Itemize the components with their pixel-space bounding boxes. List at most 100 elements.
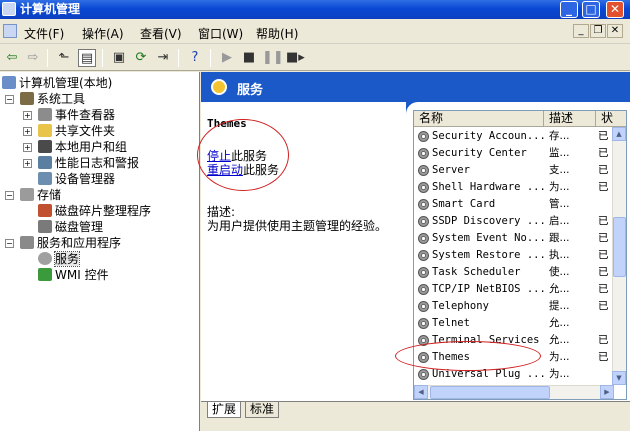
service-gear-icon: [417, 164, 430, 177]
wmi-icon: [38, 268, 52, 281]
table-row[interactable]: Smart Card 管...: [414, 196, 614, 213]
toolbar-separator: [102, 49, 103, 67]
menu-action[interactable]: 操作(A): [82, 25, 124, 42]
service-name-cell: System Restore ...: [432, 249, 544, 261]
expand-icon[interactable]: +: [23, 127, 32, 136]
table-row[interactable]: Security Center 监... 已: [414, 145, 614, 162]
system-menu-icon[interactable]: [3, 24, 17, 38]
service-description-cell: 启...: [549, 215, 570, 227]
toolbar-separator: [47, 49, 48, 67]
service-description-cell: 为...: [549, 181, 570, 193]
tree-node-performance[interactable]: 性能日志和警报: [38, 155, 139, 171]
toolbar-separator: [178, 49, 179, 67]
service-name-cell: System Event No...: [432, 232, 544, 244]
collapse-icon[interactable]: −: [5, 191, 14, 200]
close-button[interactable]: ✕: [606, 1, 624, 18]
tab-standard[interactable]: 标准: [245, 402, 280, 418]
mdi-restore-button[interactable]: ❐: [590, 24, 606, 38]
up-folder-icon[interactable]: ⬑: [55, 49, 73, 67]
scroll-left-icon[interactable]: ◀: [414, 385, 428, 399]
tree-node-services-apps[interactable]: 服务和应用程序: [20, 235, 121, 251]
tree-node-root[interactable]: 计算机管理(本地): [2, 75, 112, 91]
table-row[interactable]: Shell Hardware ... 为... 已: [414, 179, 614, 196]
tree-node-defrag[interactable]: 磁盘碎片整理程序: [38, 203, 151, 219]
properties-icon[interactable]: ▣: [110, 49, 128, 67]
mdi-close-button[interactable]: ✕: [607, 24, 623, 38]
horizontal-scrollbar[interactable]: ◀ ▶: [414, 385, 614, 399]
tree-node-services[interactable]: 服务: [38, 251, 81, 267]
show-tree-icon[interactable]: ▤: [78, 49, 96, 67]
table-row[interactable]: Server 支... 已: [414, 162, 614, 179]
tree-node-disk-management[interactable]: 磁盘管理: [38, 219, 103, 235]
minimize-button[interactable]: _: [560, 1, 578, 18]
service-gear-icon: [417, 232, 430, 245]
services-header-title: 服务: [237, 83, 264, 98]
refresh-icon[interactable]: ⟳: [132, 49, 150, 67]
tree-node-storage[interactable]: 存储: [20, 187, 61, 203]
service-description-cell: 为...: [549, 368, 570, 380]
vertical-scroll-thumb[interactable]: [613, 217, 626, 277]
maximize-button[interactable]: □: [582, 1, 600, 18]
menu-file[interactable]: 文件(F): [24, 25, 64, 42]
table-row[interactable]: Security Accoun... 存... 已: [414, 128, 614, 145]
pause-service-icon[interactable]: ❚❚: [262, 49, 284, 67]
service-description-cell: 支...: [549, 164, 570, 176]
expand-icon[interactable]: +: [23, 143, 32, 152]
table-row[interactable]: Task Scheduler 使... 已: [414, 264, 614, 281]
service-gear-icon: [417, 368, 430, 381]
tree-node-wmi[interactable]: WMI 控件: [38, 267, 109, 283]
tree-node-event-viewer[interactable]: 事件查看器: [38, 107, 115, 123]
menu-bar: 文件(F) 操作(A) 查看(V) 窗口(W) 帮助(H): [0, 20, 630, 44]
help-icon[interactable]: ?: [186, 49, 204, 67]
column-description[interactable]: 描述: [544, 111, 596, 127]
service-description-cell: 监...: [549, 147, 570, 159]
service-description-cell: 允...: [549, 317, 570, 329]
gear-icon: [211, 79, 227, 95]
start-service-icon[interactable]: ▶: [218, 49, 236, 67]
shared-folder-icon: [38, 124, 52, 137]
storage-icon: [20, 188, 34, 201]
restart-service-icon[interactable]: ■▸: [286, 49, 305, 67]
table-row[interactable]: System Event No... 跟... 已: [414, 230, 614, 247]
service-gear-icon: [417, 147, 430, 160]
list-header: 名称 描述 状: [414, 111, 626, 127]
back-arrow-icon[interactable]: ⇦: [3, 49, 21, 67]
tree-node-shared-folders[interactable]: 共享文件夹: [38, 123, 115, 139]
menu-window[interactable]: 窗口(W): [198, 25, 243, 42]
tree-node-device-manager[interactable]: 设备管理器: [38, 171, 115, 187]
service-name-cell: Security Center: [432, 147, 527, 159]
scroll-up-icon[interactable]: ▲: [612, 127, 626, 141]
scroll-right-icon[interactable]: ▶: [600, 385, 614, 399]
tab-extended[interactable]: 扩展: [207, 402, 242, 418]
vertical-scrollbar[interactable]: ▲ ▼: [612, 127, 626, 385]
service-gear-icon: [417, 266, 430, 279]
toolbox-icon: [20, 92, 34, 105]
table-row[interactable]: Telephony 提... 已: [414, 298, 614, 315]
scroll-down-icon[interactable]: ▼: [612, 371, 626, 385]
collapse-icon[interactable]: −: [5, 239, 14, 248]
title-bar[interactable]: 计算机管理 _ □ ✕: [0, 0, 630, 19]
column-name[interactable]: 名称: [414, 111, 544, 127]
stop-service-icon[interactable]: ■: [240, 49, 258, 67]
horizontal-scroll-thumb[interactable]: [430, 386, 550, 399]
device-manager-icon: [38, 172, 52, 185]
expand-icon[interactable]: +: [23, 159, 32, 168]
service-description-cell: 允...: [549, 283, 570, 295]
service-name-cell: Server: [432, 164, 470, 176]
tree-node-local-users[interactable]: 本地用户和组: [38, 139, 127, 155]
collapse-icon[interactable]: −: [5, 95, 14, 104]
table-row[interactable]: TCP/IP NetBIOS ... 允... 已: [414, 281, 614, 298]
service-name-cell: Smart Card: [432, 198, 496, 210]
column-status[interactable]: 状: [596, 111, 626, 127]
table-row[interactable]: System Restore ... 执... 已: [414, 247, 614, 264]
menu-help[interactable]: 帮助(H): [256, 25, 298, 42]
tree-node-system-tools[interactable]: 系统工具: [20, 91, 85, 107]
mdi-minimize-button[interactable]: _: [573, 24, 589, 38]
table-row[interactable]: Telnet 允...: [414, 315, 614, 332]
forward-arrow-icon[interactable]: ⇨: [24, 49, 42, 67]
export-list-icon[interactable]: ⇥: [154, 49, 172, 67]
table-row[interactable]: SSDP Discovery ... 启... 已: [414, 213, 614, 230]
menu-view[interactable]: 查看(V): [140, 25, 182, 42]
disk-management-icon: [38, 220, 52, 233]
expand-icon[interactable]: +: [23, 111, 32, 120]
